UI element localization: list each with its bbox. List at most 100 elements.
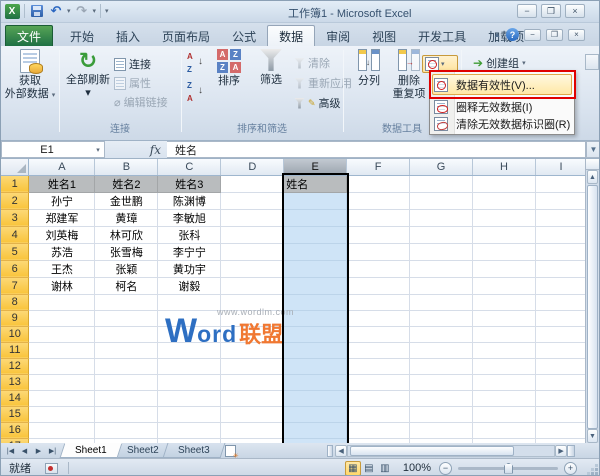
next-sheet-icon[interactable]: ▶ bbox=[32, 444, 45, 457]
scroll-right-icon[interactable]: ▶ bbox=[555, 445, 567, 457]
page-layout-view-button[interactable]: ▤ bbox=[361, 461, 377, 476]
cell-I1[interactable] bbox=[535, 175, 586, 192]
cell-F11[interactable] bbox=[347, 342, 410, 358]
connections-button[interactable]: 连接 bbox=[114, 56, 151, 72]
cell-I5[interactable] bbox=[535, 243, 586, 260]
cell-A11[interactable] bbox=[29, 342, 95, 358]
zoom-slider-thumb[interactable] bbox=[504, 463, 513, 474]
vertical-scrollbar[interactable]: ▲ ▼ bbox=[585, 159, 599, 443]
cell-H13[interactable] bbox=[473, 374, 536, 390]
cell-C4[interactable]: 张科 bbox=[158, 226, 221, 243]
cell-D15[interactable] bbox=[221, 406, 284, 422]
tab-data[interactable]: 数据 bbox=[267, 25, 315, 46]
first-sheet-icon[interactable]: |◀ bbox=[4, 444, 17, 457]
page-break-view-button[interactable]: ▥ bbox=[377, 461, 393, 476]
cell-A3[interactable]: 郑建军 bbox=[29, 209, 95, 226]
excel-app-icon[interactable]: X bbox=[4, 3, 20, 19]
cell-D14[interactable] bbox=[221, 390, 284, 406]
cell-B15[interactable] bbox=[95, 406, 158, 422]
zoom-slider[interactable] bbox=[458, 467, 558, 470]
column-header-D[interactable]: D bbox=[221, 159, 284, 175]
cell-F14[interactable] bbox=[347, 390, 410, 406]
cell-A13[interactable] bbox=[29, 374, 95, 390]
column-header-F[interactable]: F bbox=[347, 159, 410, 175]
cell-H10[interactable] bbox=[473, 326, 536, 342]
cell-E5[interactable] bbox=[284, 243, 347, 260]
cell-G3[interactable] bbox=[410, 209, 473, 226]
cell-G6[interactable] bbox=[410, 260, 473, 277]
row-header-10[interactable]: 10 bbox=[1, 326, 29, 342]
redo-dropdown-icon[interactable]: ▾ bbox=[93, 7, 97, 15]
split-handle[interactable] bbox=[586, 159, 599, 170]
cell-E6[interactable] bbox=[284, 260, 347, 277]
cell-A4[interactable]: 刘英梅 bbox=[29, 226, 95, 243]
cell-F3[interactable] bbox=[347, 209, 410, 226]
cell-B7[interactable]: 柯名 bbox=[95, 277, 158, 294]
tab-file[interactable]: 文件 bbox=[5, 25, 53, 46]
row-header-4[interactable]: 4 bbox=[1, 226, 29, 243]
get-external-data-button[interactable]: 获取 外部数据 ▾ bbox=[3, 49, 57, 102]
cell-H9[interactable] bbox=[473, 310, 536, 326]
cell-G16[interactable] bbox=[410, 422, 473, 438]
cell-G2[interactable] bbox=[410, 192, 473, 209]
cell-B5[interactable]: 张雪梅 bbox=[95, 243, 158, 260]
tab-split-handle[interactable] bbox=[327, 445, 333, 457]
column-header-I[interactable]: I bbox=[535, 159, 586, 175]
filter-button[interactable]: 筛选 bbox=[251, 49, 291, 87]
scrollbar-end-handle[interactable] bbox=[567, 445, 575, 457]
cell-B3[interactable]: 黄璋 bbox=[95, 209, 158, 226]
name-box-dropdown-icon[interactable]: ▾ bbox=[92, 146, 104, 154]
create-group-button[interactable]: ➔ 创建组 ▾ bbox=[473, 55, 526, 71]
cell-B2[interactable]: 金世鹏 bbox=[95, 192, 158, 209]
cell-I7[interactable] bbox=[535, 277, 586, 294]
cell-C15[interactable] bbox=[158, 406, 221, 422]
column-header-E[interactable]: E bbox=[284, 159, 347, 175]
cell-I2[interactable] bbox=[535, 192, 586, 209]
cell-H3[interactable] bbox=[473, 209, 536, 226]
cell-B8[interactable] bbox=[95, 294, 158, 310]
zoom-level[interactable]: 100% bbox=[403, 462, 431, 474]
cell-B9[interactable] bbox=[95, 310, 158, 326]
cell-G13[interactable] bbox=[410, 374, 473, 390]
scroll-up-icon[interactable]: ▲ bbox=[587, 170, 598, 184]
cell-G15[interactable] bbox=[410, 406, 473, 422]
cell-F12[interactable] bbox=[347, 358, 410, 374]
cell-I8[interactable] bbox=[535, 294, 586, 310]
cell-G12[interactable] bbox=[410, 358, 473, 374]
cell-D12[interactable] bbox=[221, 358, 284, 374]
tab-page-layout[interactable]: 页面布局 bbox=[151, 26, 221, 46]
cell-A10[interactable] bbox=[29, 326, 95, 342]
sheet-tab-sheet1[interactable]: Sheet1 bbox=[60, 443, 123, 458]
cell-D4[interactable] bbox=[221, 226, 284, 243]
cell-A16[interactable] bbox=[29, 422, 95, 438]
cell-H4[interactable] bbox=[473, 226, 536, 243]
tab-review[interactable]: 审阅 bbox=[315, 26, 361, 46]
cell-A2[interactable]: 孙宁 bbox=[29, 192, 95, 209]
cell-E12[interactable] bbox=[284, 358, 347, 374]
customize-qat-icon[interactable]: ▾ bbox=[105, 7, 109, 15]
cell-I14[interactable] bbox=[535, 390, 586, 406]
cell-A7[interactable]: 谢林 bbox=[29, 277, 95, 294]
cell-C3[interactable]: 李敏旭 bbox=[158, 209, 221, 226]
row-header-7[interactable]: 7 bbox=[1, 277, 29, 294]
cell-H7[interactable] bbox=[473, 277, 536, 294]
minimize-button-secondary[interactable]: − bbox=[524, 29, 541, 41]
cell-F1[interactable] bbox=[347, 175, 410, 192]
cell-A1[interactable]: 姓名1 bbox=[29, 175, 95, 192]
cell-D6[interactable] bbox=[221, 260, 284, 277]
cell-H8[interactable] bbox=[473, 294, 536, 310]
menu-item-clear-validation-circles[interactable]: 清除无效数据标识圈(R) bbox=[430, 115, 574, 132]
restore-button[interactable]: ❐ bbox=[541, 4, 561, 18]
cell-H5[interactable] bbox=[473, 243, 536, 260]
cell-A8[interactable] bbox=[29, 294, 95, 310]
column-header-C[interactable]: C bbox=[158, 159, 221, 175]
tab-insert[interactable]: 插入 bbox=[105, 26, 151, 46]
scroll-down-icon[interactable]: ▼ bbox=[587, 429, 598, 443]
column-header-G[interactable]: G bbox=[410, 159, 473, 175]
cell-B11[interactable] bbox=[95, 342, 158, 358]
cell-F7[interactable] bbox=[347, 277, 410, 294]
cell-G10[interactable] bbox=[410, 326, 473, 342]
cell-I3[interactable] bbox=[535, 209, 586, 226]
tab-developer[interactable]: 开发工具 bbox=[407, 26, 477, 46]
cell-B6[interactable]: 张颖 bbox=[95, 260, 158, 277]
